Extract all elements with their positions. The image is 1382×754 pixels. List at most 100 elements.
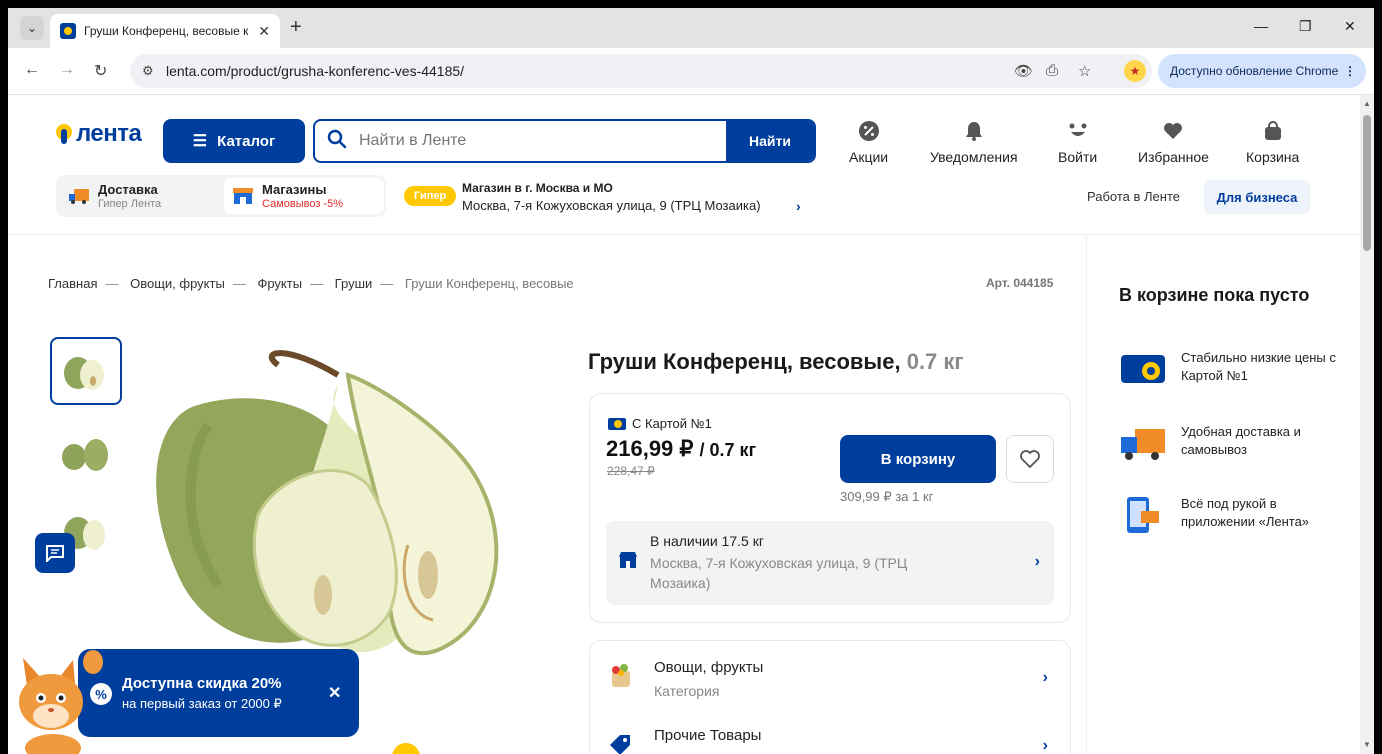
breadcrumb-item[interactable]: Главная: [48, 276, 97, 291]
chat-button[interactable]: [35, 533, 75, 573]
bag-icon: [1261, 119, 1285, 143]
pear-thumbnail-image: [64, 357, 104, 390]
scroll-down-icon[interactable]: ▼: [1363, 740, 1371, 749]
work-link[interactable]: Работа в Ленте: [1087, 189, 1180, 204]
breadcrumb-item[interactable]: Овощи, фрукты: [130, 276, 225, 291]
nav-cart[interactable]: Корзина: [1246, 119, 1299, 165]
chevron-right-icon: ›: [1034, 553, 1040, 570]
breadcrumb-item[interactable]: Груши: [335, 276, 373, 291]
close-icon[interactable]: ✕: [328, 683, 341, 703]
stock-address: Москва, 7-я Кожуховская улица, 9 (ТРЦ Мо…: [650, 555, 908, 591]
site-info-icon[interactable]: ⚙: [142, 63, 154, 79]
forward-icon[interactable]: →: [59, 61, 75, 79]
address-bar[interactable]: ⚙ lenta.com/product/grusha-konferenc-ves…: [130, 54, 1152, 88]
catalog-button[interactable]: ☰ Каталог: [163, 119, 305, 163]
list-icon: ☰: [192, 133, 208, 150]
breadcrumb-separator: —: [105, 276, 119, 291]
category-sub: Категория: [654, 683, 720, 699]
pear-thumbnail-image: [62, 439, 108, 471]
price-value: 216,99 ₽: [606, 436, 694, 461]
page-scrollbar[interactable]: ▲ ▼: [1360, 95, 1374, 754]
delivery-option[interactable]: Доставка Гипер Лента: [60, 178, 220, 214]
promo-banner[interactable]: % Доступна скидка 20% на первый заказ от…: [78, 649, 359, 737]
bookmark-star-icon[interactable]: ☆: [1078, 62, 1091, 80]
minimize-icon[interactable]: —: [1254, 18, 1268, 34]
tab-search-icon[interactable]: ⌄: [20, 16, 44, 40]
back-icon[interactable]: ←: [24, 61, 40, 79]
extension-icon[interactable]: ★: [1124, 60, 1146, 82]
phone-app-icon: [1127, 497, 1159, 533]
add-to-cart-button[interactable]: В корзину: [840, 435, 996, 483]
stores-title: Магазины: [262, 181, 327, 197]
delivery-title: Доставка: [98, 181, 158, 197]
scrollbar-thumb[interactable]: [1363, 115, 1371, 251]
new-tab-icon[interactable]: +: [290, 17, 302, 37]
old-price: 228,47 ₽: [607, 464, 655, 478]
nav-label: Уведомления: [930, 149, 1018, 165]
lenta-logo[interactable]: лента: [56, 120, 142, 148]
lenta-logo-icon: [56, 124, 72, 144]
store-region[interactable]: Магазин в г. Москва и МО: [462, 181, 613, 195]
benefit-item: Всё под рукой в приложении «Лента»: [1119, 495, 1349, 535]
loyalty-card-text: С Картой №1: [632, 416, 712, 431]
active-tab[interactable]: Груши Конференц, весовые к ✕: [50, 14, 280, 48]
loyalty-card-label: С Картой №1: [608, 416, 712, 431]
menu-dots-icon[interactable]: ⋮: [1344, 64, 1356, 78]
search-button[interactable]: Найти: [726, 121, 814, 161]
search-input[interactable]: [359, 121, 729, 161]
nav-notifications[interactable]: Уведомления: [930, 119, 1018, 165]
browser-window: ⌄ Груши Конференц, весовые к ✕ + — ❐ ✕ ←…: [8, 8, 1374, 754]
category-title: Овощи, фрукты: [654, 659, 764, 676]
reload-icon[interactable]: ↻: [94, 61, 107, 81]
catalog-label: Каталог: [217, 132, 276, 150]
gallery-thumbnail[interactable]: [50, 417, 122, 485]
heart-outline-icon: [1020, 450, 1040, 469]
vegetables-icon: [612, 664, 630, 687]
url-text[interactable]: lenta.com/product/grusha-konferenc-ves-4…: [166, 63, 464, 79]
nav-login[interactable]: Войти: [1058, 119, 1097, 165]
product-weight: 0.7 кг: [906, 349, 964, 374]
lenta-favicon-icon: [60, 23, 76, 39]
smile-icon: [1066, 119, 1090, 143]
tracking-off-icon[interactable]: 👁: [1014, 62, 1033, 80]
scroll-up-icon[interactable]: ▲: [1363, 99, 1371, 108]
chevron-right-icon: ›: [1042, 669, 1048, 686]
rating-star-icon: [392, 743, 420, 754]
stock-title: В наличии 17.5 кг: [650, 533, 764, 549]
category-card: Овощи, фрукты Категория › Прочие Товары …: [589, 640, 1071, 754]
business-button[interactable]: Для бизнеса: [1204, 180, 1310, 214]
price-card: С Картой №1 216,99 ₽ / 0.7 кг 228,47 ₽ В…: [589, 393, 1071, 623]
restore-icon[interactable]: ❐: [1299, 18, 1312, 35]
percent-icon: [857, 119, 881, 143]
install-app-icon[interactable]: ⎙: [1046, 62, 1058, 79]
nav-label: Корзина: [1246, 149, 1300, 165]
benefit-item: Стабильно низкие цены с Картой №1: [1119, 349, 1349, 389]
store-address[interactable]: Москва, 7-я Кожуховская улица, 9 (ТРЦ Мо…: [462, 198, 761, 213]
nav-favorites[interactable]: Избранное: [1138, 119, 1209, 165]
breadcrumb-item[interactable]: Фрукты: [257, 276, 302, 291]
category-row[interactable]: Прочие Товары ›: [606, 719, 1056, 754]
window-close-icon[interactable]: ✕: [1344, 18, 1356, 35]
chrome-update-button[interactable]: Доступно обновление Chrome ⋮: [1158, 54, 1366, 88]
chat-icon: [46, 545, 64, 562]
promo-title: Доступна скидка 20%: [122, 675, 282, 692]
tag-icon: [610, 735, 630, 754]
breadcrumb: Главная — Овощи, фрукты — Фрукты — Груши — Г…: [48, 276, 582, 291]
bell-icon: [962, 119, 986, 143]
product-title-text: Груши Конференц, весовые,: [588, 349, 901, 374]
stock-info[interactable]: В наличии 17.5 кг Москва, 7-я Кожуховска…: [606, 521, 1054, 605]
benefit-text: Удобная доставка и самовывоз: [1181, 424, 1301, 457]
stores-sub: Самовывоз -5%: [262, 197, 343, 210]
heart-icon: [1161, 119, 1185, 143]
tab-close-icon[interactable]: ✕: [258, 23, 270, 40]
cart-empty-title: В корзине пока пусто: [1119, 285, 1310, 305]
favorite-button[interactable]: [1006, 435, 1054, 483]
gallery-thumbnail[interactable]: [50, 337, 122, 405]
category-row[interactable]: Овощи, фрукты Категория ›: [606, 651, 1056, 701]
article-number: Арт. 044185: [986, 276, 1054, 290]
nav-promotions[interactable]: Акции: [849, 119, 888, 165]
stores-option[interactable]: Магазины Самовывоз -5%: [224, 178, 384, 214]
chevron-right-icon[interactable]: ›: [796, 198, 801, 214]
breadcrumb-separator: —: [380, 276, 394, 291]
delivery-truck-icon: [68, 187, 90, 205]
